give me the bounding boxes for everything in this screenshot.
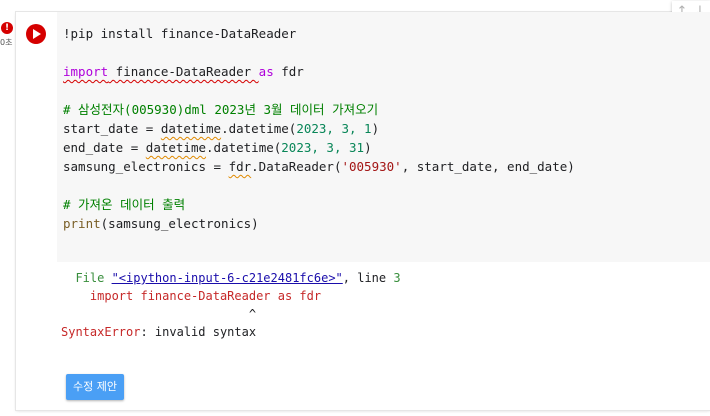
suggest-fix-button[interactable]: 수정 제안 (66, 374, 124, 400)
cell-output: File "<ipython-input-6-c21e2481fc6e>", l… (57, 267, 710, 410)
code-line-8: print(samsung_electronics) (63, 216, 259, 231)
code-editor[interactable]: !pip install finance-DataReader import f… (57, 12, 710, 262)
code-cell[interactable]: ↑ ↓ !pip install finance-DataReader impo… (16, 1, 710, 410)
error-status-icon: ! (1, 22, 13, 34)
left-gutter: ! 0초 (0, 0, 16, 416)
code-line-2: import finance-DataReader as fdr (63, 64, 304, 79)
code-text[interactable]: !pip install finance-DataReader import f… (63, 24, 575, 233)
error-message: : invalid syntax (140, 325, 257, 339)
traceback-line-number: 3 (393, 271, 401, 285)
traceback-file-link[interactable]: "<ipython-input-6-c21e2481fc6e>" (112, 271, 343, 285)
traceback: File "<ipython-input-6-c21e2481fc6e>", l… (61, 269, 401, 341)
traceback-source-line: import finance-DataReader as fdr (61, 289, 322, 303)
code-line-5: end_date = datetime.datetime(2023, 3, 31… (63, 140, 372, 155)
error-name: SyntaxError (61, 325, 141, 339)
code-line-4: start_date = datetime.datetime(2023, 3, … (63, 121, 380, 136)
run-gutter (16, 12, 57, 262)
traceback-caret: ^ (61, 307, 257, 321)
code-comment-2: # 가져온 데이터 출력 (63, 197, 186, 212)
run-cell-button[interactable] (26, 24, 46, 44)
code-line-6: samsung_electronics = fdr.DataReader('00… (63, 159, 575, 174)
execution-time: 0초 (0, 38, 13, 47)
code-line-1: !pip install finance-DataReader (63, 26, 297, 41)
code-comment-1: # 삼성전자(005930)dml 2023년 3월 데이터 가져오기 (63, 102, 379, 117)
traceback-line-label: , line (342, 271, 394, 285)
traceback-file-label: File (61, 271, 112, 285)
